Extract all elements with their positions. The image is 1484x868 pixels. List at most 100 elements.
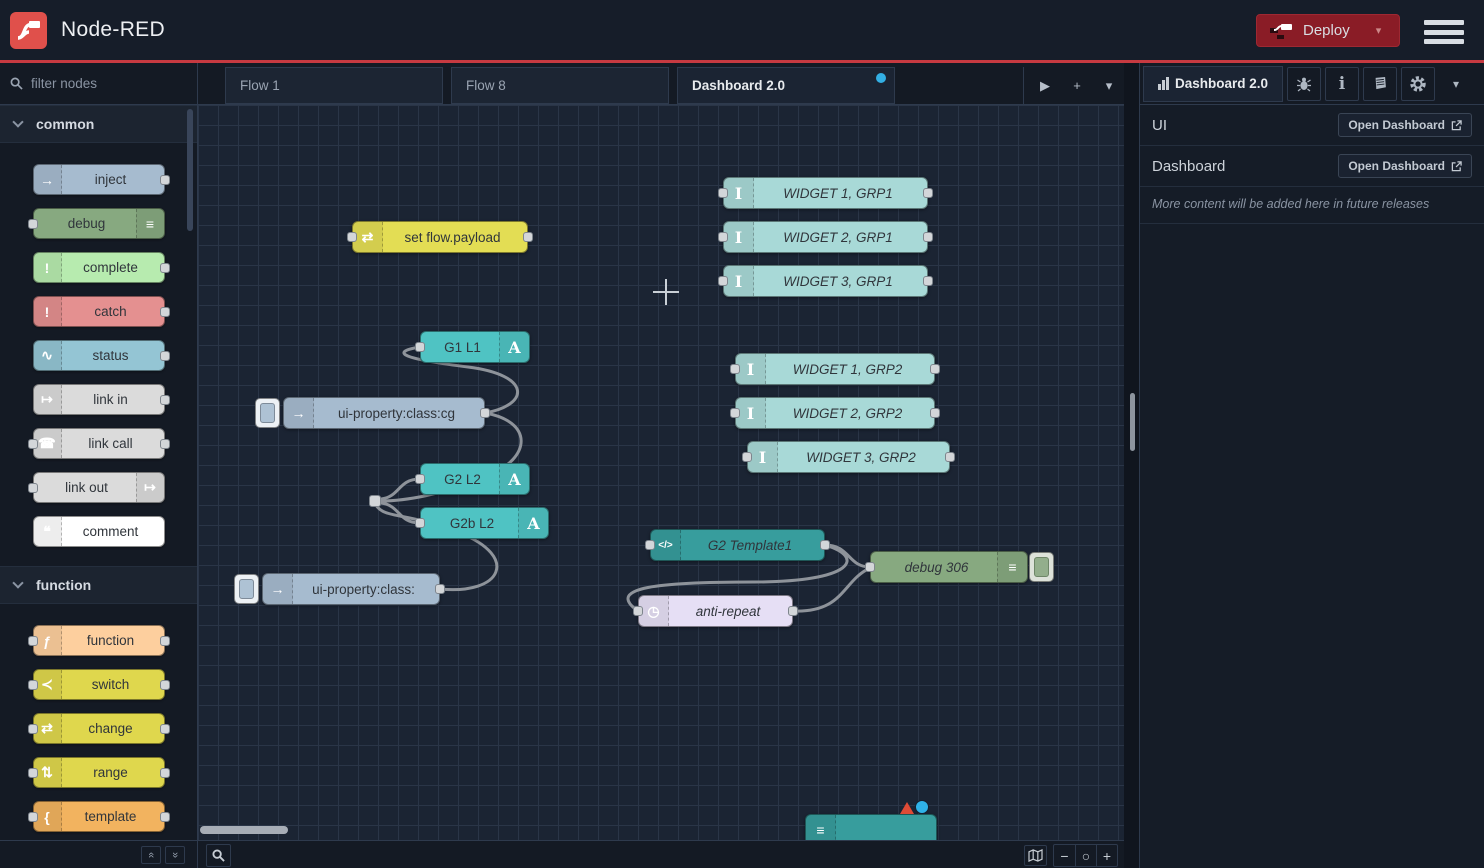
output-port[interactable] (160, 768, 170, 778)
input-port[interactable] (718, 232, 728, 242)
node-widget-2-grp1[interactable]: IWIDGET 2, GRP1 (723, 221, 928, 253)
input-port[interactable] (730, 364, 740, 374)
node-widget-3-grp2[interactable]: IWIDGET 3, GRP2 (747, 441, 950, 473)
node-g2-template1[interactable]: </>G2 Template1 (650, 529, 825, 561)
wire-junction[interactable] (369, 495, 381, 507)
sidebar-tab-dashboard[interactable]: Dashboard 2.0 (1143, 66, 1283, 102)
output-port[interactable] (930, 408, 940, 418)
output-port[interactable] (160, 263, 170, 273)
workspace-tab-flow-1[interactable]: Flow 1 (225, 67, 443, 104)
output-port[interactable] (923, 232, 933, 242)
palette-node-comment[interactable]: ❝comment (33, 516, 165, 547)
input-port[interactable] (645, 540, 655, 550)
config-sidebar-button[interactable] (1401, 67, 1435, 101)
previous-tabs-icon[interactable]: ▶ (1034, 75, 1056, 97)
input-port[interactable] (28, 483, 38, 493)
input-port[interactable] (730, 408, 740, 418)
sidebar-menu-button[interactable]: ▾ (1439, 67, 1473, 101)
input-port[interactable] (415, 518, 425, 528)
output-port[interactable] (923, 276, 933, 286)
inject-button[interactable] (255, 398, 280, 428)
palette-node-link-out[interactable]: ↦link out (33, 472, 165, 503)
palette-node-inject[interactable]: →inject (33, 164, 165, 195)
input-port[interactable] (865, 562, 875, 572)
input-port[interactable] (633, 606, 643, 616)
input-port[interactable] (28, 724, 38, 734)
palette-filter-input[interactable] (31, 76, 181, 91)
open-dashboard-button[interactable]: Open Dashboard (1338, 154, 1472, 178)
palette-node-function[interactable]: ƒfunction (33, 625, 165, 656)
input-port[interactable] (742, 452, 752, 462)
tab-list-icon[interactable]: ▾ (1098, 75, 1120, 97)
palette-node-link-in[interactable]: ↦link in (33, 384, 165, 415)
canvas-vertical-scrollbar[interactable] (1130, 393, 1135, 451)
palette-node-link-call[interactable]: ☎link call (33, 428, 165, 459)
node-anti-repeat[interactable]: ◷anti-repeat (638, 595, 793, 627)
palette-node-debug[interactable]: ≡debug (33, 208, 165, 239)
palette-node-range[interactable]: ⇅range (33, 757, 165, 788)
node-widget-1-grp2[interactable]: IWIDGET 1, GRP2 (735, 353, 935, 385)
output-port[interactable] (930, 364, 940, 374)
node-g2b-l2[interactable]: AG2b L2 (420, 507, 549, 539)
input-port[interactable] (28, 812, 38, 822)
deploy-button[interactable]: Deploy ▾ (1256, 14, 1400, 47)
add-flow-icon[interactable]: + (1066, 75, 1088, 97)
inject-button[interactable] (234, 574, 259, 604)
output-port[interactable] (160, 307, 170, 317)
output-port[interactable] (160, 351, 170, 361)
node-ui-property-class[interactable]: →ui-property:class: (262, 573, 440, 605)
input-port[interactable] (718, 276, 728, 286)
collapse-all-button[interactable]: « (141, 846, 161, 864)
input-port[interactable] (28, 680, 38, 690)
flow-canvas[interactable]: ⇄set flow.payload IWIDGET 1, GRP1 IWIDGET … (198, 105, 1124, 840)
output-port[interactable] (160, 724, 170, 734)
palette-category-common[interactable]: common (0, 105, 197, 143)
input-port[interactable] (347, 232, 357, 242)
debug-sidebar-button[interactable] (1287, 67, 1321, 101)
output-port[interactable] (945, 452, 955, 462)
input-port[interactable] (415, 342, 425, 352)
input-port[interactable] (28, 768, 38, 778)
workspace-tab-dashboard-2-0[interactable]: Dashboard 2.0 (677, 67, 895, 104)
node-widget-2-grp2[interactable]: IWIDGET 2, GRP2 (735, 397, 935, 429)
output-port[interactable] (523, 232, 533, 242)
zoom-in-button[interactable]: + (1096, 845, 1117, 866)
zoom-out-button[interactable]: − (1054, 845, 1075, 866)
open-dashboard-button[interactable]: Open Dashboard (1338, 113, 1472, 137)
node-g2-l2[interactable]: AG2 L2 (420, 463, 530, 495)
debug-toggle-button[interactable] (1029, 552, 1054, 582)
input-port[interactable] (28, 636, 38, 646)
info-sidebar-button[interactable]: i (1325, 67, 1359, 101)
node-widget-3-grp1[interactable]: IWIDGET 3, GRP1 (723, 265, 928, 297)
node-partial-node[interactable]: ≡ (805, 814, 937, 840)
node-debug-306[interactable]: ≡debug 306 (870, 551, 1028, 583)
palette-category-function[interactable]: function (0, 566, 197, 604)
output-port[interactable] (435, 584, 445, 594)
input-port[interactable] (415, 474, 425, 484)
expand-all-button[interactable]: » (165, 846, 185, 864)
zoom-reset-button[interactable]: ○ (1075, 845, 1096, 866)
main-menu-button[interactable] (1424, 20, 1464, 44)
output-port[interactable] (160, 395, 170, 405)
output-port[interactable] (923, 188, 933, 198)
node-set-flow-payload[interactable]: ⇄set flow.payload (352, 221, 528, 253)
palette-node-change[interactable]: ⇄change (33, 713, 165, 744)
input-port[interactable] (28, 219, 38, 229)
output-port[interactable] (160, 175, 170, 185)
palette-node-switch[interactable]: ≺switch (33, 669, 165, 700)
palette-node-template[interactable]: {template (33, 801, 165, 832)
output-port[interactable] (160, 636, 170, 646)
output-port[interactable] (788, 606, 798, 616)
deploy-options-icon[interactable]: ▾ (1364, 24, 1382, 37)
palette-node-status[interactable]: ∿status (33, 340, 165, 371)
node-ui-property-class-cg[interactable]: →ui-property:class:cg (283, 397, 485, 429)
output-port[interactable] (160, 439, 170, 449)
node-widget-1-grp1[interactable]: IWIDGET 1, GRP1 (723, 177, 928, 209)
input-port[interactable] (28, 439, 38, 449)
node-g1-l1[interactable]: AG1 L1 (420, 331, 530, 363)
minimap-button[interactable] (1024, 845, 1047, 866)
output-port[interactable] (480, 408, 490, 418)
workspace-tab-flow-8[interactable]: Flow 8 (451, 67, 669, 104)
palette-scrollbar[interactable] (187, 109, 193, 231)
help-sidebar-button[interactable] (1363, 67, 1397, 101)
